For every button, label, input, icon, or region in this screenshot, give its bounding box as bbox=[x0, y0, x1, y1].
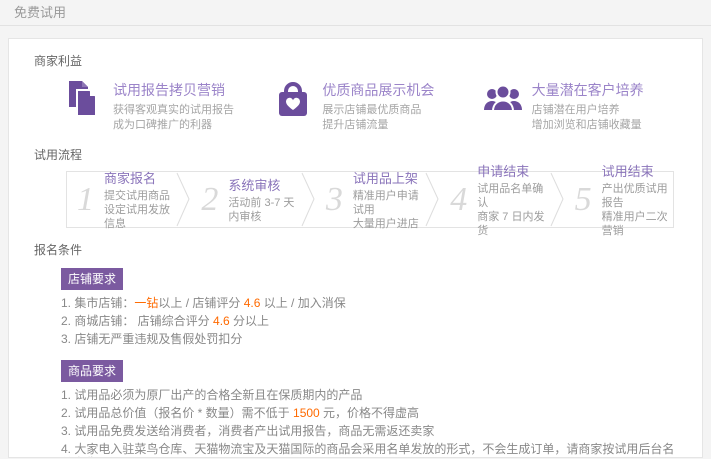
conditions-section-title: 报名条件 bbox=[34, 241, 702, 258]
shop-req-item-1: 1. 集市店铺：一钻以上 / 店铺评分 4.6 以上 / 加入消保 bbox=[61, 296, 682, 310]
documents-icon bbox=[64, 79, 104, 119]
step-line: 商家 7 日内发货 bbox=[477, 210, 548, 238]
benefits-row: 试用报告拷贝营销 获得客观真实的试用报告 成为口碑推广的利器 优质商品展示机会 … bbox=[9, 69, 702, 133]
step-title: 申请结束 bbox=[477, 161, 548, 180]
chevron-right-icon bbox=[175, 172, 191, 227]
benefit-product-display: 优质商品展示机会 展示店铺最优质商品 提升店铺流量 bbox=[273, 79, 482, 133]
step-trial-end: 5 试用结束 产出优质试用报告 精准用户二次营销 bbox=[565, 172, 673, 227]
highlight-value: 4.6 bbox=[244, 296, 261, 310]
shop-req-item-3: 3. 店铺无严重违规及售假处罚扣分 bbox=[61, 332, 682, 346]
benefit-line: 成为口碑推广的利器 bbox=[113, 118, 234, 133]
step-item-listed: 3 试用品上架 精准用户申请试用 大量用户进店 bbox=[316, 172, 424, 227]
product-req-item-4: 4. 大家电入驻菜鸟仓库、天猫物流宝及天猫国际的商品会采用名单发放的形式，不会生… bbox=[61, 442, 682, 458]
step-title: 试用品上架 bbox=[353, 168, 424, 187]
product-requirements-badge: 商品要求 bbox=[61, 360, 123, 382]
shop-requirements-badge: 店铺要求 bbox=[61, 268, 123, 290]
chevron-right-icon bbox=[549, 172, 565, 227]
process-steps: 1 商家报名 提交试用商品 设定试用发放信息 2 系统审核 活动前 3-7 天内… bbox=[66, 171, 674, 228]
highlight-value: 一钻 bbox=[134, 296, 158, 310]
step-number: 2 bbox=[201, 183, 218, 217]
shop-requirements-list: 1. 集市店铺：一钻以上 / 店铺评分 4.6 以上 / 加入消保 2. 商城店… bbox=[61, 296, 682, 346]
step-title: 系统审核 bbox=[228, 175, 299, 194]
benefits-section-title: 商家利益 bbox=[34, 52, 702, 69]
benefit-line: 店铺潜在用户培养 bbox=[532, 103, 644, 118]
step-number: 4 bbox=[450, 183, 467, 217]
benefit-text: 试用报告拷贝营销 获得客观真实的试用报告 成为口碑推广的利器 bbox=[113, 79, 234, 133]
product-req-item-3: 3. 试用品免费发送给消费者，消费者产出试用报告，商品无需返还卖家 bbox=[61, 424, 682, 438]
benefit-line: 增加浏览和店铺收藏量 bbox=[532, 118, 644, 133]
product-req-item-2: 2. 试用品总价值（报名价 * 数量）需不低于 1500 元，价格不得虚高 bbox=[61, 406, 682, 420]
people-icon bbox=[483, 79, 523, 119]
benefit-line: 获得客观真实的试用报告 bbox=[113, 103, 234, 118]
benefit-text: 大量潜在客户培养 店铺潜在用户培养 增加浏览和店铺收藏量 bbox=[532, 79, 644, 133]
page-header: 免费试用 bbox=[0, 0, 711, 26]
step-line: 产出优质试用报告 bbox=[602, 182, 673, 210]
benefit-report-marketing: 试用报告拷贝营销 获得客观真实的试用报告 成为口碑推广的利器 bbox=[64, 79, 273, 133]
step-title: 试用结束 bbox=[602, 161, 673, 180]
highlight-value: 4.6 bbox=[213, 314, 230, 328]
chevron-right-icon bbox=[300, 172, 316, 227]
benefit-title: 试用报告拷贝营销 bbox=[113, 80, 234, 100]
benefit-text: 优质商品展示机会 展示店铺最优质商品 提升店铺流量 bbox=[322, 79, 434, 133]
step-line: 精准用户申请试用 bbox=[353, 189, 424, 217]
shop-req-item-2: 2. 商城店铺： 店铺综合评分 4.6 分以上 bbox=[61, 314, 682, 328]
step-line: 大量用户进店 bbox=[353, 217, 424, 231]
benefit-title: 大量潜在客户培养 bbox=[532, 80, 644, 100]
chevron-right-icon bbox=[424, 172, 440, 227]
step-title: 商家报名 bbox=[104, 168, 175, 187]
content-card: 商家利益 试用报告拷贝营销 获得客观真实的试用报告 成为口碑推广的利器 bbox=[8, 38, 703, 458]
highlight-value: 1500 bbox=[293, 406, 320, 420]
benefit-line: 展示店铺最优质商品 bbox=[322, 103, 434, 118]
step-line: 设定试用发放信息 bbox=[104, 203, 175, 231]
step-line: 活动前 3-7 天内审核 bbox=[228, 196, 299, 224]
product-requirements-list: 1. 试用品必须为原厂出产的合格全新且在保质期内的产品 2. 试用品总价值（报名… bbox=[61, 388, 682, 458]
product-req-item-1: 1. 试用品必须为原厂出产的合格全新且在保质期内的产品 bbox=[61, 388, 682, 402]
step-number: 1 bbox=[77, 183, 94, 217]
step-apply-end: 4 申请结束 试用品名单确认 商家 7 日内发货 bbox=[440, 172, 548, 227]
bag-heart-icon bbox=[273, 79, 313, 119]
step-line: 精准用户二次营销 bbox=[602, 210, 673, 238]
step-line: 试用品名单确认 bbox=[477, 182, 548, 210]
benefit-line: 提升店铺流量 bbox=[322, 118, 434, 133]
step-system-review: 2 系统审核 活动前 3-7 天内审核 bbox=[191, 172, 299, 227]
step-merchant-signup: 1 商家报名 提交试用商品 设定试用发放信息 bbox=[67, 172, 175, 227]
benefit-title: 优质商品展示机会 bbox=[322, 80, 434, 100]
page-title: 免费试用 bbox=[14, 5, 66, 20]
benefit-customer-growth: 大量潜在客户培养 店铺潜在用户培养 增加浏览和店铺收藏量 bbox=[483, 79, 692, 133]
step-number: 3 bbox=[326, 183, 343, 217]
step-line: 提交试用商品 bbox=[104, 189, 175, 203]
step-number: 5 bbox=[575, 183, 592, 217]
